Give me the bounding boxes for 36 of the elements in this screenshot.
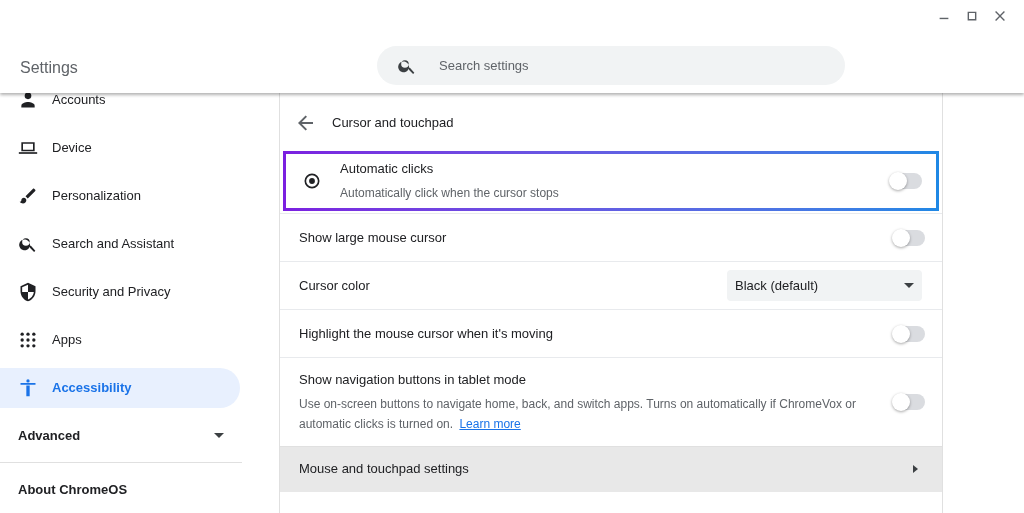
brush-icon <box>18 186 38 206</box>
setting-label: Show navigation buttons in tablet mode <box>299 371 527 389</box>
sidebar-item[interactable]: Apps <box>0 320 240 360</box>
target-icon <box>302 171 322 191</box>
sidebar-item[interactable]: Personalization <box>0 176 240 216</box>
setting-label: Cursor color <box>299 276 371 295</box>
back-arrow-icon[interactable] <box>298 115 314 131</box>
toggle-switch[interactable] <box>893 325 925 342</box>
about-link[interactable]: About ChromeOS <box>0 469 270 511</box>
caret-icon <box>214 433 224 439</box>
grid-icon <box>18 330 38 350</box>
setting-label: Highlight the mouse cursor when it's moving <box>299 324 554 343</box>
toggle-switch[interactable] <box>893 393 925 410</box>
submenu-row[interactable]: Mouse and touchpad settings <box>280 445 942 492</box>
sidebar-item[interactable]: Search and Assistant <box>0 224 240 264</box>
setting-label: Automatic clicks <box>340 160 435 179</box>
sidebar-item[interactable]: Security and Privacy <box>0 272 240 312</box>
setting-description: Use on-screen buttons to navigate home, back, and switch apps. Turns on automatically if ChromeVox or automatic clicks is turned on. Learn more <box>299 395 857 433</box>
cursor-color-dropdown[interactable]: Black (default) <box>727 270 922 301</box>
learn-more-link[interactable]: Learn more <box>459 416 521 431</box>
caret-icon <box>904 283 914 288</box>
caret-icon <box>913 465 918 473</box>
setting-label: Show large mouse cursor <box>299 228 448 247</box>
toggle-switch[interactable] <box>890 173 922 189</box>
sidebar-item[interactable]: Device <box>0 128 240 168</box>
setting-description: Automatically click when the cursor stops <box>340 184 560 202</box>
sidebar-item[interactable]: Accounts <box>0 93 240 120</box>
page-title: Cursor and touchpad <box>332 114 454 133</box>
accessibility-icon <box>18 378 38 398</box>
advanced-section[interactable]: Advanced <box>0 416 270 456</box>
search-field[interactable]: Search settings <box>377 46 845 85</box>
shield-icon <box>18 282 38 302</box>
toggle-switch[interactable] <box>893 229 925 246</box>
window-title: Settings <box>20 58 78 78</box>
person-icon <box>18 93 38 110</box>
sidebar-item[interactable]: Accessibility <box>0 368 240 408</box>
